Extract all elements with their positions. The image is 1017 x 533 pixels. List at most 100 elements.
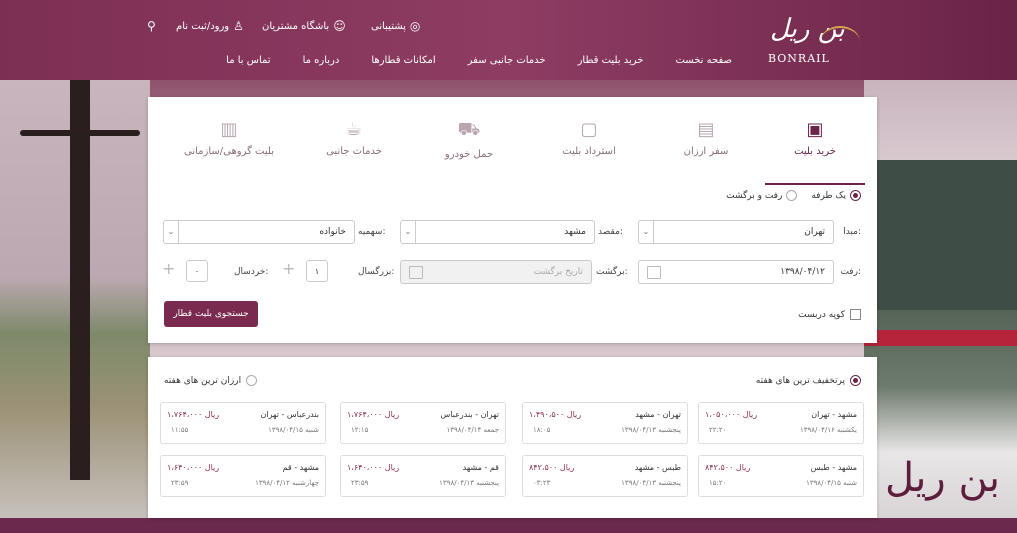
- calendar-icon: [409, 266, 423, 279]
- offer-price: ۱،۶۴۰،۰۰۰ ریال: [167, 463, 220, 472]
- site-logo[interactable]: بن ریل BONRAIL: [760, 14, 860, 70]
- quota-value: خانواده: [319, 227, 346, 237]
- car-icon: ⛟: [457, 119, 481, 140]
- search-button[interactable]: ⚲: [147, 16, 156, 36]
- offer-date: پنجشنبه ۱۳۹۸/۰۴/۱۳: [621, 479, 681, 487]
- support-label: پشتیبانی: [371, 20, 406, 32]
- offer-card[interactable]: مشهد - تهران یکشنبه ۱۳۹۸/۰۴/۱۶ ۱،۰۵۰،۰۰۰…: [698, 402, 864, 444]
- discount-radio-dot: [850, 375, 861, 386]
- nav-contact[interactable]: تماس با ما: [226, 55, 270, 66]
- offer-card[interactable]: تهران - مشهد پنجشنبه ۱۳۹۸/۰۴/۱۳ ۱،۴۹۰،۵۰…: [522, 402, 688, 444]
- depart-date-value: ۱۳۹۸/۰۴/۱۲: [780, 267, 825, 277]
- nav-travel-services[interactable]: خدمات جانبی سفر: [468, 55, 546, 66]
- offer-time: ۱۵:۲۰: [709, 479, 727, 487]
- login-label: ورود/ثبت نام: [176, 20, 230, 32]
- offer-time: ۱۲:۱۵: [351, 426, 369, 434]
- chevron-down-icon: ⌄: [164, 221, 179, 243]
- origin-select[interactable]: ⌄ تهران: [638, 220, 834, 244]
- round-trip-radio-dot: [786, 190, 798, 201]
- tab-buy-ticket[interactable]: ▣ خرید بلیت: [760, 119, 870, 185]
- round-trip-radio[interactable]: رفت و برگشت: [726, 190, 798, 201]
- offer-card[interactable]: مشهد - قم چهارشنبه ۱۳۹۸/۰۴/۱۲ ۱،۶۴۰،۰۰۰ …: [160, 455, 326, 497]
- group-icon: ☺: [333, 19, 346, 33]
- offer-route: تهران - بندرعباس: [440, 410, 500, 419]
- destination-select[interactable]: ⌄ مشهد: [400, 220, 595, 244]
- cheap-offers-radio[interactable]: ارزان ترین های هفته: [164, 375, 258, 386]
- destination-value: مشهد: [564, 227, 586, 237]
- adult-counter[interactable]: ۱: [306, 260, 328, 282]
- quota-select[interactable]: ⌄ خانواده: [163, 220, 355, 244]
- offer-time: ۱۸:۰۵: [533, 426, 551, 434]
- offer-card[interactable]: قم - مشهد پنجشنبه ۱۳۹۸/۰۴/۱۳ ۱،۶۴۰،۰۰۰ ر…: [340, 455, 506, 497]
- offer-card[interactable]: طبس - مشهد پنجشنبه ۱۳۹۸/۰۴/۱۳ ۸۴۲،۵۰۰ ری…: [522, 455, 688, 497]
- coupe-checkbox[interactable]: کوپه دربست: [798, 309, 861, 320]
- offer-route: مشهد - قم: [282, 463, 319, 472]
- coupe-label: کوپه دربست: [798, 309, 845, 320]
- offer-date: شنبه ۱۳۹۸/۰۴/۱۵: [806, 479, 857, 487]
- offer-route: قم - مشهد: [462, 463, 499, 472]
- return-date-placeholder: تاریخ برگشت: [533, 267, 583, 277]
- tab-refund-label: استرداد بلیت: [562, 146, 616, 157]
- offer-price: ۱،۷۶۴،۰۰۰ ریال: [167, 410, 220, 419]
- offer-date: پنجشنبه ۱۳۹۸/۰۴/۱۳: [621, 426, 681, 434]
- offer-price: ۸۴۲،۵۰۰ ریال: [529, 463, 575, 472]
- nav-train-facilities[interactable]: امکانات قطارها: [371, 55, 435, 66]
- train-window-band: [864, 160, 1017, 310]
- discount-offers-label: پرتخفیف ترین های هفته: [755, 375, 845, 386]
- discount-offers-radio[interactable]: پرتخفیف ترین های هفته: [756, 375, 861, 386]
- depart-label: رفت:: [840, 267, 861, 277]
- nav-home[interactable]: صفحه نخست: [675, 55, 732, 66]
- support-link[interactable]: پشتیبانی ◎: [371, 16, 420, 36]
- one-way-label: یک طرفه: [811, 190, 846, 201]
- offer-time: ۰۳:۲۳: [533, 479, 551, 487]
- child-counter[interactable]: ۰: [186, 260, 208, 282]
- train-red-stripe: [864, 330, 1017, 346]
- customer-club-link[interactable]: باشگاه مشتریان ☺: [262, 16, 346, 36]
- return-date-input[interactable]: تاریخ برگشت: [400, 260, 592, 284]
- tab-refund[interactable]: ▢ استرداد بلیت: [534, 119, 644, 179]
- nav-buy-ticket[interactable]: خرید بلیت قطار: [578, 55, 644, 66]
- tab-cheap-travel-label: سفر ارزان: [683, 146, 729, 157]
- offer-route: مشهد - طبس: [810, 463, 857, 472]
- child-plus-icon[interactable]: +: [162, 259, 175, 278]
- adult-label: بزرگسال:: [358, 267, 395, 277]
- tab-group-ticket[interactable]: ▥ بلیت گروهی/سازمانی: [174, 119, 284, 179]
- logo-text: BONRAIL: [768, 52, 830, 65]
- site-header: بن ریل BONRAIL پشتیبانی ◎ باشگاه مشتریان…: [0, 0, 1017, 80]
- adult-plus-icon[interactable]: +: [282, 259, 295, 278]
- offer-route: بندرعباس - تهران: [260, 410, 320, 419]
- depart-date-input[interactable]: ۱۳۹۸/۰۴/۱۲: [638, 260, 834, 284]
- one-way-radio[interactable]: یک طرفه: [811, 190, 861, 201]
- round-trip-label: رفت و برگشت: [726, 190, 783, 201]
- nav-about[interactable]: درباره ما: [303, 55, 340, 66]
- offer-card[interactable]: مشهد - طبس شنبه ۱۳۹۸/۰۴/۱۵ ۸۴۲،۵۰۰ ریال …: [698, 455, 864, 497]
- login-link[interactable]: ورود/ثبت نام ♙: [176, 16, 244, 36]
- cheap-offers-label: ارزان ترین های هفته: [164, 375, 242, 386]
- destination-label: مقصد:: [598, 227, 623, 237]
- lamp-post: [70, 40, 90, 480]
- offers-card: پرتخفیف ترین های هفته ارزان ترین های هفت…: [148, 357, 877, 518]
- offer-route: مشهد - تهران: [811, 410, 857, 419]
- offer-time: ۲۳:۵۹: [351, 479, 369, 487]
- search-icon: ⚲: [147, 19, 156, 33]
- offer-time: ۱۱:۵۵: [171, 426, 189, 434]
- tab-group-ticket-label: بلیت گروهی/سازمانی: [184, 146, 274, 157]
- calendar-icon: [647, 266, 661, 279]
- offer-card[interactable]: تهران - بندرعباس جمعه ۱۳۹۸/۰۴/۱۴ ۱،۷۶۴،۰…: [340, 402, 506, 444]
- tab-car-transport[interactable]: ⛟ حمل خودرو: [414, 119, 524, 179]
- tab-car-transport-label: حمل خودرو: [444, 149, 494, 160]
- refund-icon: ▢: [580, 119, 598, 140]
- customer-club-label: باشگاه مشتریان: [262, 20, 330, 32]
- offer-date: چهارشنبه ۱۳۹۸/۰۴/۱۲: [255, 479, 319, 487]
- tab-cheap-travel[interactable]: ▤ سفر ارزان: [651, 119, 761, 179]
- search-train-button[interactable]: جستجوی بلیت قطار: [164, 301, 258, 327]
- tab-buy-ticket-label: خرید بلیت: [794, 146, 836, 157]
- headset-icon: ◎: [409, 19, 421, 33]
- origin-value: تهران: [804, 227, 825, 237]
- offer-card[interactable]: بندرعباس - تهران شنبه ۱۳۹۸/۰۴/۱۵ ۱،۷۶۴،۰…: [160, 402, 326, 444]
- chevron-down-icon: ⌄: [401, 221, 416, 243]
- tab-side-services[interactable]: ☕ خدمات جانبی: [299, 119, 409, 179]
- offer-date: شنبه ۱۳۹۸/۰۴/۱۵: [268, 426, 319, 434]
- offer-price: ۸۴۲،۵۰۰ ریال: [705, 463, 751, 472]
- main-nav: صفحه نخست خرید بلیت قطار خدمات جانبی سفر…: [226, 55, 732, 66]
